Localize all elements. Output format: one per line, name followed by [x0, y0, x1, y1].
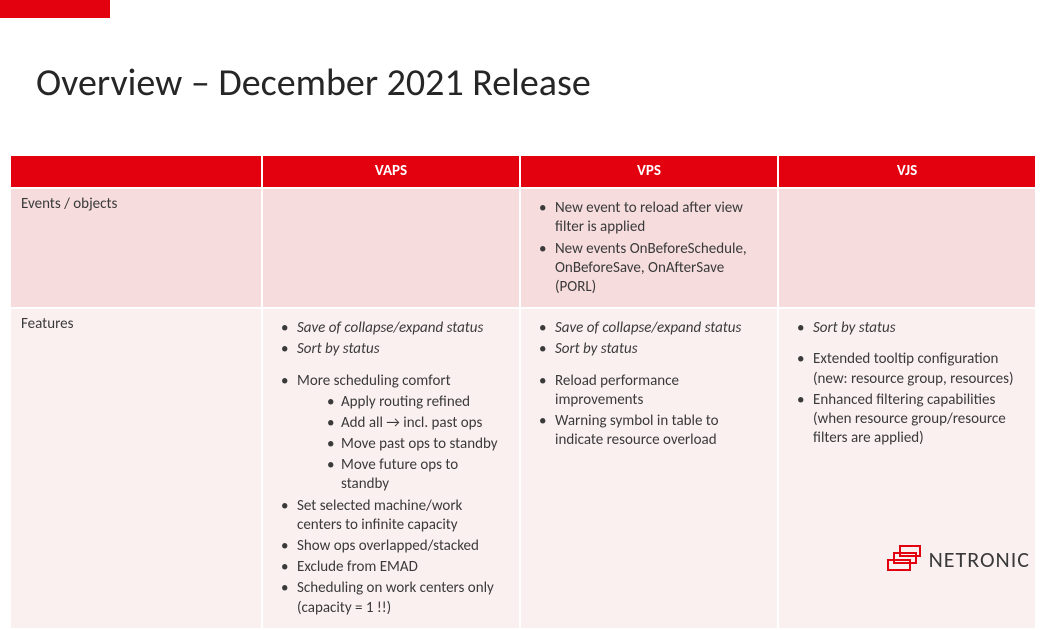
bullet-list: New event to reload after view filter is…: [531, 199, 767, 297]
bullet-list: Save of collapse/expand status Sort by st…: [273, 319, 509, 618]
spacer: [789, 340, 1025, 350]
cell-features-vps: Save of collapse/expand status Sort by st…: [520, 308, 778, 629]
list-item: Sort by status: [273, 340, 509, 359]
list-item: Set selected machine/work centers to inf…: [273, 497, 509, 535]
sub-list-item: Move past ops to standby: [297, 435, 509, 454]
row-label-events: Events / objects: [10, 188, 262, 308]
list-item: Warning symbol in table to indicate reso…: [531, 412, 767, 450]
list-item: Save of collapse/expand status: [273, 319, 509, 338]
release-table: VAPS VPS VJS Events / objects New event …: [9, 154, 1037, 630]
cell-features-vjs: Sort by status Extended tooltip configura…: [778, 308, 1036, 629]
col-header-vps: VPS: [520, 155, 778, 188]
cell-features-vaps: Save of collapse/expand status Sort by st…: [262, 308, 520, 629]
table-row-features: Features Save of collapse/expand statusS…: [10, 308, 1036, 629]
col-header-blank: [10, 155, 262, 188]
sub-list-item: Add all → incl. past ops: [297, 414, 509, 433]
spacer: [273, 362, 509, 372]
list-item: Sort by status: [789, 319, 1025, 338]
list-item: Extended tooltip configuration (new: res…: [789, 350, 1025, 388]
list-item: New events OnBeforeSchedule, OnBeforeSav…: [531, 240, 767, 298]
brand-logo: NETRONIC: [887, 545, 1030, 573]
list-item: Reload performance improvements: [531, 372, 767, 410]
bullet-list: Save of collapse/expand status Sort by st…: [531, 319, 767, 450]
bullet-list: Sort by status Extended tooltip configura…: [789, 319, 1025, 448]
cell-events-vps: New event to reload after view filter is…: [520, 188, 778, 308]
brand-text: NETRONIC: [929, 546, 1030, 573]
spacer: [531, 362, 767, 372]
sub-list-item: Apply routing refined: [297, 393, 509, 412]
col-header-vaps: VAPS: [262, 155, 520, 188]
list-item: Save of collapse/expand status: [531, 319, 767, 338]
netronic-icon: [887, 545, 921, 573]
accent-tab: [0, 0, 110, 18]
list-item: Exclude from EMAD: [273, 558, 509, 577]
sub-list-item: Move future ops to standby: [297, 456, 509, 494]
cell-events-vaps: [262, 188, 520, 308]
list-item: Show ops overlapped/stacked: [273, 537, 509, 556]
list-item: Sort by status: [531, 340, 767, 359]
table-row-events: Events / objects New event to reload aft…: [10, 188, 1036, 308]
list-item: New event to reload after view filter is…: [531, 199, 767, 237]
table-header-row: VAPS VPS VJS: [10, 155, 1036, 188]
cell-events-vjs: [778, 188, 1036, 308]
col-header-vjs: VJS: [778, 155, 1036, 188]
list-item: More scheduling comfortApply routing ref…: [273, 372, 509, 495]
sub-list: Apply routing refined Add all → incl. pas…: [297, 393, 509, 495]
list-item: Enhanced filtering capabilities (when re…: [789, 391, 1025, 449]
page-title: Overview – December 2021 Release: [36, 60, 591, 106]
list-item: Scheduling on work centers only (capacit…: [273, 579, 509, 617]
row-label-features: Features: [10, 308, 262, 629]
